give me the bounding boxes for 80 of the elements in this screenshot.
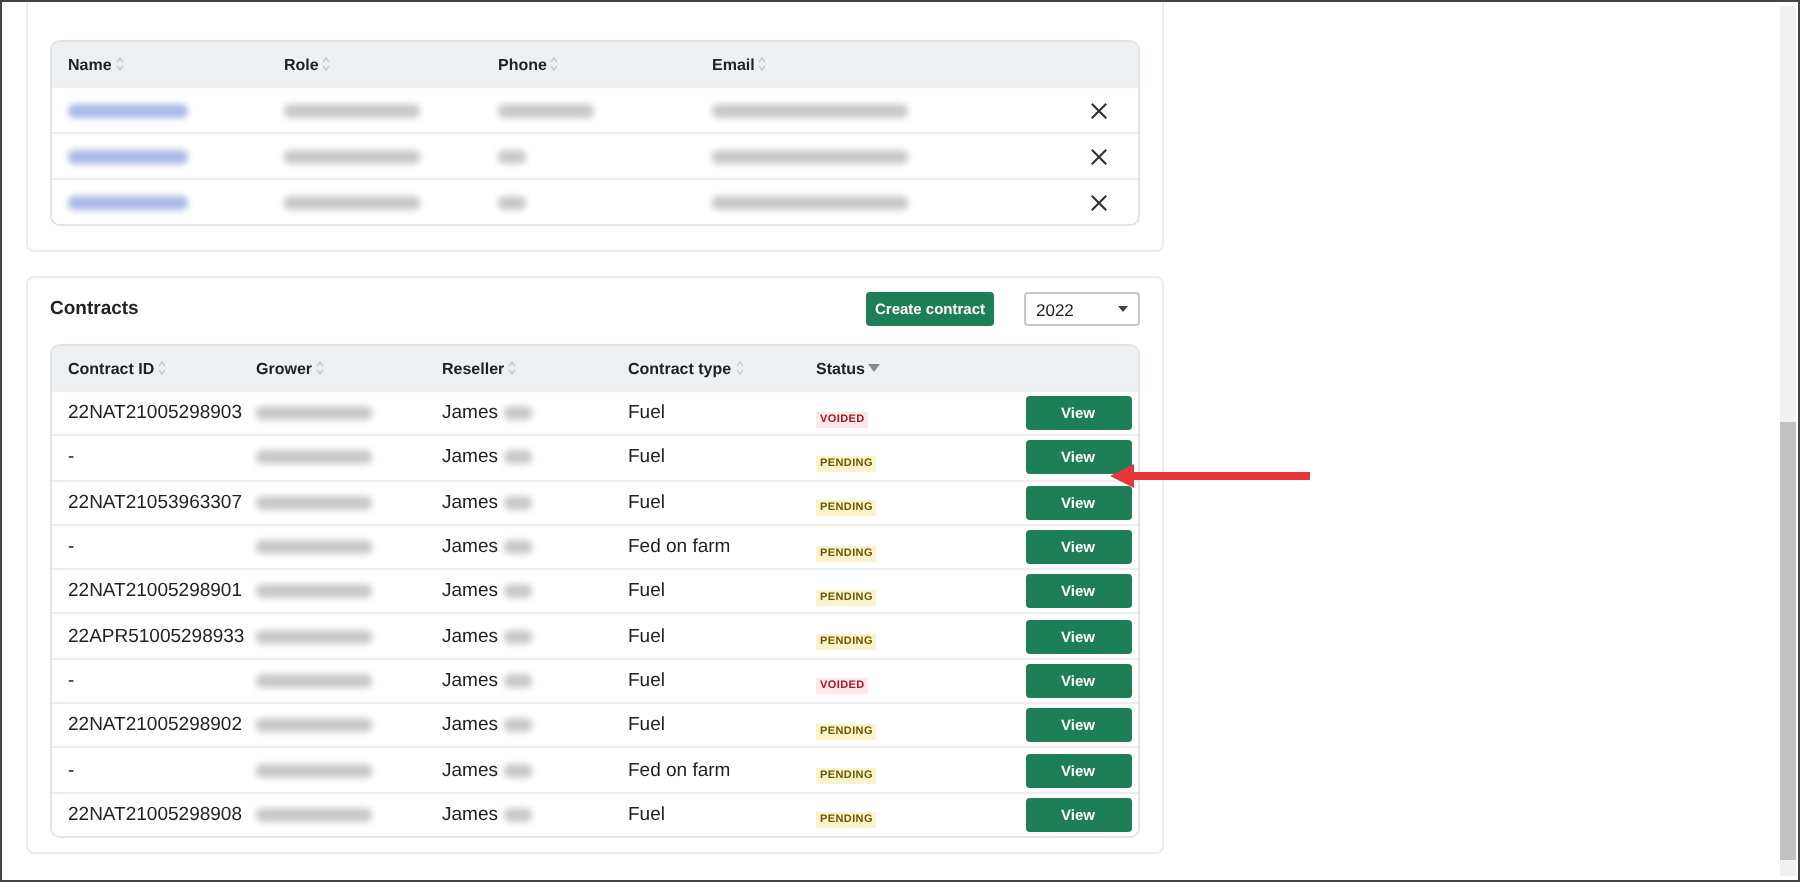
close-icon[interactable]	[1089, 101, 1107, 119]
contract-id: 22NAT21053963307	[68, 491, 244, 514]
sort-icon	[322, 56, 331, 72]
contract-type: Fuel	[628, 625, 667, 648]
blurred-text	[498, 195, 526, 209]
section-title: Contracts	[50, 298, 141, 320]
reseller-name: James	[442, 402, 628, 425]
sort-icon	[115, 56, 124, 72]
blurred-text	[503, 629, 532, 644]
contract-id: 22NAT21005298908	[68, 803, 244, 826]
blurred-text	[256, 629, 372, 644]
close-icon[interactable]	[1089, 147, 1107, 165]
blurred-text	[256, 718, 372, 733]
column-header[interactable]: Phone	[498, 55, 712, 73]
contract-type: Fuel	[628, 402, 667, 425]
blurred-text	[503, 406, 532, 421]
reseller-name: James	[442, 446, 628, 469]
blurred-text	[498, 103, 594, 117]
contract-type: Fuel	[628, 491, 667, 514]
blurred-text	[256, 673, 372, 688]
column-header[interactable]: Grower	[256, 359, 442, 377]
blurred-text	[503, 718, 532, 733]
blurred-link[interactable]	[68, 195, 188, 209]
blurred-text	[256, 763, 372, 778]
column-header[interactable]: Name	[68, 55, 284, 73]
year-select[interactable]: 2022	[1024, 292, 1140, 326]
contract-id: 22NAT21005298902	[68, 714, 244, 737]
blurred-text	[256, 807, 372, 822]
contract-type: Fed on farm	[628, 759, 733, 782]
blurred-text	[256, 495, 372, 510]
blurred-text	[503, 807, 532, 822]
contract-type: Fuel	[628, 803, 667, 826]
blurred-link[interactable]	[68, 103, 188, 117]
contract-type: Fuel	[628, 714, 667, 737]
blurred-text	[503, 495, 532, 510]
contract-id: 22APR51005298933	[68, 625, 247, 648]
column-header[interactable]: Reseller	[442, 359, 628, 377]
contract-id: -	[68, 759, 77, 782]
blurred-text	[256, 540, 372, 555]
reseller-name: James	[442, 803, 628, 826]
column-header[interactable]: Status	[816, 359, 1002, 377]
blurred-text	[284, 103, 420, 117]
scrollbar[interactable]	[1780, 6, 1796, 876]
scrollbar-thumb[interactable]	[1780, 422, 1796, 860]
reseller-name: James	[442, 669, 628, 692]
reseller-name: James	[442, 714, 628, 737]
reseller-name: James	[442, 491, 628, 514]
contract-type: Fuel	[628, 580, 667, 603]
sort-icon	[550, 56, 559, 72]
reseller-name: James	[442, 625, 628, 648]
blurred-text	[498, 149, 526, 163]
reseller-name: James	[442, 536, 628, 559]
contract-id: -	[68, 446, 77, 469]
contract-type: Fed on farm	[628, 536, 733, 559]
blurred-text	[256, 406, 372, 421]
close-icon[interactable]	[1089, 193, 1107, 211]
blurred-text	[503, 763, 532, 778]
contract-id: 22NAT21005298903	[68, 402, 244, 425]
contract-id: -	[68, 669, 77, 692]
caret-icon	[1118, 306, 1128, 312]
blurred-text	[256, 584, 372, 599]
blurred-text	[503, 673, 532, 688]
blurred-link[interactable]	[68, 149, 188, 163]
column-header[interactable]: Contract ID	[68, 359, 256, 377]
contract-type: Fuel	[628, 446, 667, 469]
blurred-text	[503, 450, 532, 465]
blurred-text	[256, 450, 372, 465]
blurred-text	[284, 149, 420, 163]
contract-type: Fuel	[628, 669, 667, 692]
reseller-name: James	[442, 759, 628, 782]
blurred-text	[503, 540, 532, 555]
column-header[interactable]: Contract type	[628, 359, 816, 377]
blurred-text	[284, 195, 420, 209]
contract-id: -	[68, 536, 77, 559]
column-header[interactable]: Email	[712, 55, 1058, 73]
column-header[interactable]: Role	[284, 55, 498, 73]
sort-icon	[758, 56, 767, 72]
contract-id: 22NAT21005298901	[68, 580, 244, 603]
blurred-text	[503, 584, 532, 599]
reseller-name: James	[442, 580, 628, 603]
